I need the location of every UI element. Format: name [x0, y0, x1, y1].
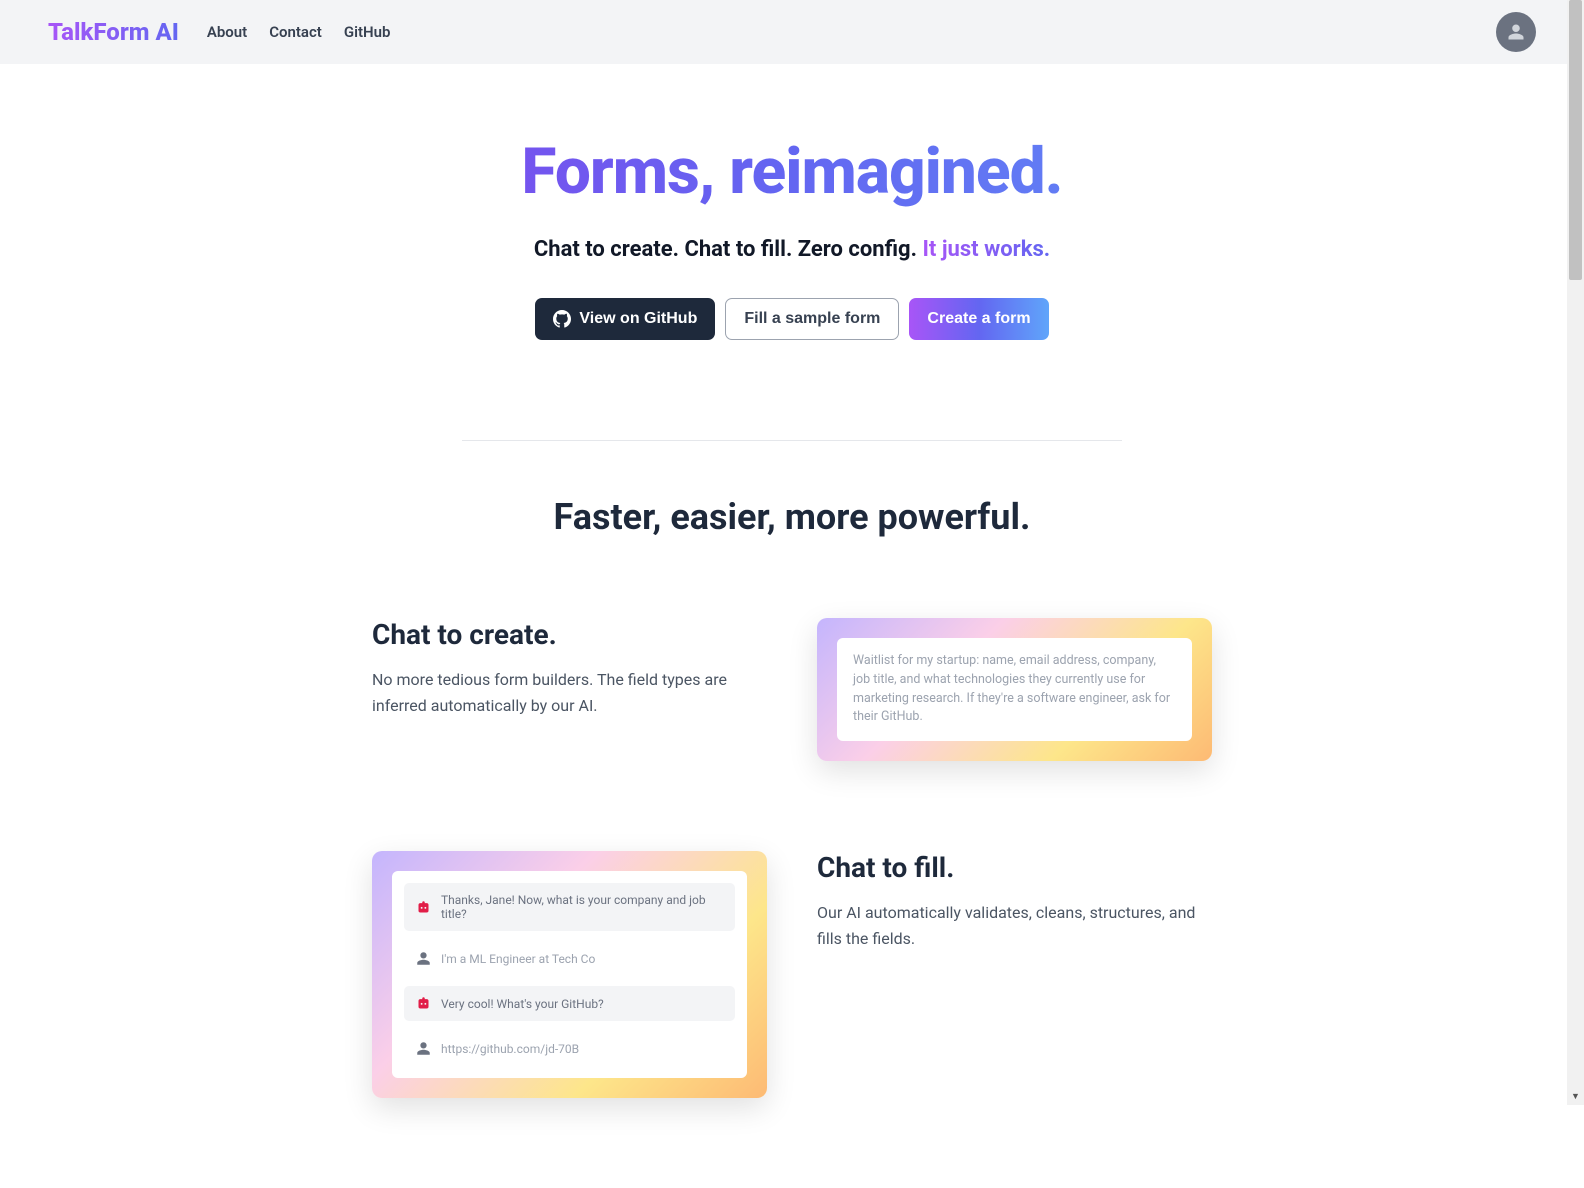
chat-msg-bot: Very cool! What's your GitHub? [404, 986, 735, 1021]
chat-text: Thanks, Jane! Now, what is your company … [441, 893, 723, 921]
github-icon [553, 310, 571, 328]
header-left: TalkForm AI About Contact GitHub [48, 18, 390, 46]
feature2-visual: Thanks, Jane! Now, what is your company … [372, 851, 767, 1098]
feature1-title: Chat to create. [372, 618, 767, 651]
fill-sample-button[interactable]: Fill a sample form [725, 298, 899, 340]
feature2-desc: Our AI automatically validates, cleans, … [817, 900, 1212, 951]
hero-sub-highlight: It just works. [922, 237, 1050, 262]
view-github-label: View on GitHub [579, 310, 697, 328]
feature2-text: Chat to fill. Our AI automatically valid… [817, 851, 1212, 951]
chat-msg-bot: Thanks, Jane! Now, what is your company … [404, 883, 735, 931]
chat-msg-user: https://github.com/jd-70B [404, 1031, 735, 1066]
scrollbar-thumb[interactable] [1569, 0, 1582, 280]
feature1-text: Chat to create. No more tedious form bui… [372, 618, 767, 718]
scrollbar[interactable]: ▲ ▼ [1567, 0, 1584, 1105]
feature2-card: Thanks, Jane! Now, what is your company … [372, 851, 767, 1098]
create-form-button[interactable]: Create a form [909, 298, 1048, 340]
feature1-visual: Waitlist for my startup: name, email add… [817, 618, 1212, 761]
feature-chat-to-create: Chat to create. No more tedious form bui… [352, 618, 1232, 761]
hero-sub-plain: Chat to create. Chat to fill. Zero confi… [534, 237, 923, 262]
robot-icon [416, 996, 431, 1011]
hero-subtitle: Chat to create. Chat to fill. Zero confi… [20, 237, 1564, 262]
features-heading: Faster, easier, more powerful. [0, 496, 1584, 538]
logo[interactable]: TalkForm AI [48, 18, 179, 46]
user-avatar-button[interactable] [1496, 12, 1536, 52]
view-github-button[interactable]: View on GitHub [535, 298, 715, 340]
feature-chat-to-fill: Thanks, Jane! Now, what is your company … [352, 851, 1232, 1098]
top-header: TalkForm AI About Contact GitHub [0, 0, 1584, 64]
chat-msg-user: I'm a ML Engineer at Tech Co [404, 941, 735, 976]
hero-title: Forms, reimagined. [20, 134, 1564, 209]
section-divider [462, 440, 1122, 441]
chat-list: Thanks, Jane! Now, what is your company … [392, 871, 747, 1078]
person-icon [416, 1041, 431, 1056]
feature1-card-text: Waitlist for my startup: name, email add… [837, 638, 1192, 741]
feature1-card: Waitlist for my startup: name, email add… [817, 618, 1212, 761]
nav-contact[interactable]: Contact [269, 23, 322, 41]
chat-text: Very cool! What's your GitHub? [441, 997, 604, 1011]
robot-icon [416, 900, 431, 915]
chat-text: I'm a ML Engineer at Tech Co [441, 952, 595, 966]
nav-github[interactable]: GitHub [344, 23, 391, 41]
hero-section: Forms, reimagined. Chat to create. Chat … [0, 64, 1584, 390]
chat-text: https://github.com/jd-70B [441, 1042, 579, 1056]
feature1-desc: No more tedious form builders. The field… [372, 667, 767, 718]
scroll-down-arrow-icon[interactable]: ▼ [1567, 1088, 1584, 1105]
person-icon [416, 951, 431, 966]
nav-links: About Contact GitHub [207, 23, 391, 41]
nav-about[interactable]: About [207, 23, 247, 41]
hero-button-row: View on GitHub Fill a sample form Create… [20, 298, 1564, 340]
feature2-title: Chat to fill. [817, 851, 1212, 884]
user-icon [1507, 23, 1525, 41]
